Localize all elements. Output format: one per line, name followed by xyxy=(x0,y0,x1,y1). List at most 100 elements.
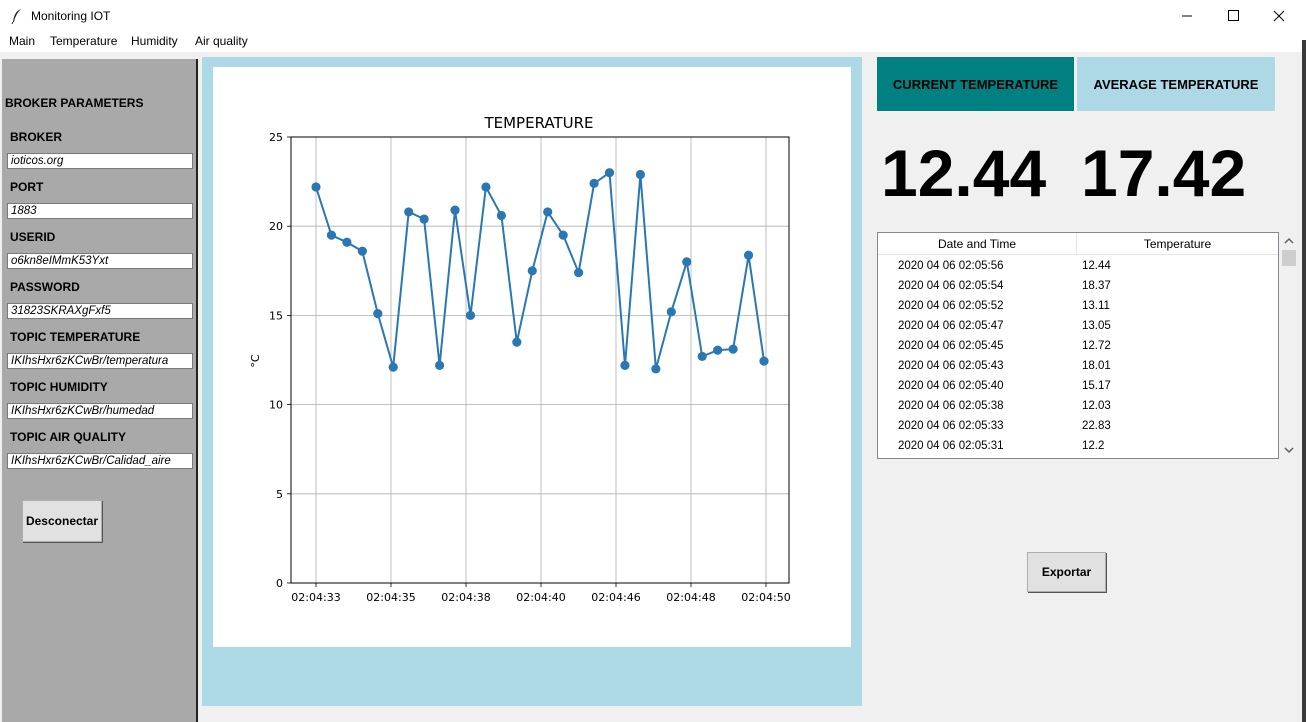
table-row[interactable]: 2020 04 06 02:05:45 12.72 xyxy=(878,337,1278,357)
sidebar-title: BROKER PARAMETERS xyxy=(5,96,144,110)
table-scrollbar[interactable] xyxy=(1281,232,1297,459)
broker-label: BROKER xyxy=(10,130,63,144)
temperature-point xyxy=(527,266,537,276)
x-tick-label: 02:04:38 xyxy=(441,591,490,604)
column-header-date[interactable]: Date and Time xyxy=(878,233,1077,255)
row-temperature: 18.37 xyxy=(1082,280,1111,292)
temperature-point xyxy=(713,345,723,355)
row-datetime: 2020 04 06 02:05:47 xyxy=(898,320,1004,332)
broker-input[interactable]: ioticos.org xyxy=(7,153,193,169)
row-temperature: 12.72 xyxy=(1082,340,1111,352)
row-temperature: 22.83 xyxy=(1082,420,1111,432)
row-datetime: 2020 04 06 02:05:43 xyxy=(898,360,1004,372)
row-temperature: 12.44 xyxy=(1082,260,1111,272)
chart-ylabel: °C xyxy=(249,354,262,368)
minimize-icon xyxy=(1182,15,1192,17)
temperature-point xyxy=(481,182,491,192)
scrollbar-arrows xyxy=(1282,237,1296,454)
temperature-chart: 0 5 10 15 20 25 02:04:33 02:04:35 02:04:38 02:04:… xyxy=(249,114,791,604)
port-label: PORT xyxy=(10,180,44,194)
temperature-point xyxy=(357,246,367,256)
window-right-edge xyxy=(1302,40,1306,722)
table-row[interactable]: 2020 04 06 02:05:56 12.44 xyxy=(878,257,1278,277)
temperature-point xyxy=(635,169,646,180)
disconnect-button[interactable]: Desconectar xyxy=(22,500,102,542)
title-bar: Monitoring IOT xyxy=(0,0,1306,32)
table-row[interactable]: 2020 04 06 02:05:33 22.83 xyxy=(878,417,1278,437)
maximize-button[interactable] xyxy=(1210,0,1256,32)
sidebar-divider xyxy=(196,59,198,722)
table-row[interactable]: 2020 04 06 02:05:40 15.17 xyxy=(878,377,1278,397)
scroll-thumb[interactable] xyxy=(1282,250,1296,266)
temperature-point xyxy=(558,230,568,240)
temperature-point xyxy=(759,356,769,366)
y-tick-label: 5 xyxy=(276,488,283,501)
x-tick-label: 02:04:35 xyxy=(366,591,415,604)
row-datetime: 2020 04 06 02:05:40 xyxy=(898,380,1004,392)
scroll-down-icon[interactable] xyxy=(1284,447,1294,454)
temperature-point xyxy=(728,344,738,354)
table-row[interactable]: 2020 04 06 02:05:54 18.37 xyxy=(878,277,1278,297)
topic-air-quality-input[interactable]: IKIhsHxr6zKCwBr/Calidad_aire xyxy=(7,453,193,469)
row-temperature: 13.11 xyxy=(1082,300,1110,312)
menu-temperature[interactable]: Temperature xyxy=(50,34,117,48)
topic-air-quality-label: TOPIC AIR QUALITY xyxy=(10,430,127,444)
average-temperature-button[interactable]: AVERAGE TEMPERATURE xyxy=(1077,57,1275,111)
menu-humidity[interactable]: Humidity xyxy=(131,34,178,48)
plot-frame xyxy=(290,136,790,584)
y-tick-label: 15 xyxy=(269,309,283,322)
x-tick-label: 02:04:40 xyxy=(516,591,565,604)
temperature-point xyxy=(682,257,692,267)
temperature-point xyxy=(697,351,707,362)
row-datetime: 2020 04 06 02:05:31 xyxy=(898,440,1004,452)
temperature-point xyxy=(620,360,630,370)
temperature-point xyxy=(434,360,445,370)
scroll-up-icon[interactable] xyxy=(1284,237,1294,244)
row-datetime: 2020 04 06 02:05:52 xyxy=(898,300,1004,312)
userid-input[interactable]: o6kn8eIMmK53Yxt xyxy=(7,253,193,269)
chart-canvas: 0 5 10 15 20 25 02:04:33 02:04:35 02:04:38 02:04:… xyxy=(213,67,851,647)
export-button[interactable]: Exportar xyxy=(1027,552,1106,592)
topic-humidity-input[interactable]: IKIhsHxr6zKCwBr/humedad xyxy=(7,403,193,419)
row-temperature: 12.2 xyxy=(1082,440,1105,452)
row-datetime: 2020 04 06 02:05:33 xyxy=(898,420,1004,432)
temperature-point xyxy=(543,207,553,217)
readings-table: Date and Time Temperature 2020 04 06 02:… xyxy=(877,232,1279,459)
port-input[interactable]: 1883 xyxy=(7,203,193,219)
userid-label: USERID xyxy=(10,230,56,244)
close-icon xyxy=(1273,10,1285,22)
y-tick-label: 25 xyxy=(269,131,283,144)
password-label: PASSWORD xyxy=(10,280,80,294)
average-temperature-value: 17.42 xyxy=(1081,136,1247,210)
temperature-point xyxy=(373,309,383,319)
temperature-point xyxy=(450,205,460,215)
temperature-point xyxy=(326,230,337,240)
table-row[interactable]: 2020 04 06 02:05:52 13.11 xyxy=(878,297,1278,317)
menu-main[interactable]: Main xyxy=(9,34,35,48)
topic-humidity-label: TOPIC HUMIDITY xyxy=(10,380,108,394)
table-row[interactable]: 2020 04 06 02:05:38 12.03 xyxy=(878,397,1278,417)
minimize-button[interactable] xyxy=(1164,0,1210,32)
topic-temperature-input[interactable]: IKIhsHxr6zKCwBr/temperatura xyxy=(7,353,193,369)
y-tick-label: 20 xyxy=(269,220,283,233)
column-header-temperature[interactable]: Temperature xyxy=(1077,233,1278,255)
temperature-point xyxy=(311,182,321,192)
close-button[interactable] xyxy=(1256,0,1302,32)
x-tick-label: 02:04:33 xyxy=(291,591,340,604)
table-row[interactable]: 2020 04 06 02:05:43 18.01 xyxy=(878,357,1278,377)
temperature-point xyxy=(589,178,599,188)
temperature-point xyxy=(404,207,414,217)
row-temperature: 15.17 xyxy=(1082,380,1111,392)
temperature-point xyxy=(666,307,676,317)
menu-air-quality[interactable]: Air quality xyxy=(195,34,248,48)
temperature-series-line xyxy=(315,170,765,370)
feather-icon xyxy=(11,9,21,24)
menu-bar: Main Temperature Humidity Air quality xyxy=(0,32,1306,52)
temperature-point xyxy=(465,310,476,320)
table-row[interactable]: 2020 04 06 02:05:47 13.05 xyxy=(878,317,1278,337)
password-input[interactable]: 31823SKRAXgFxf5 xyxy=(7,303,193,319)
row-temperature: 13.05 xyxy=(1082,320,1111,332)
table-row[interactable]: 2020 04 06 02:05:31 12.2 xyxy=(878,437,1278,457)
current-temperature-button[interactable]: CURRENT TEMPERATURE xyxy=(877,57,1074,111)
row-temperature: 18.01 xyxy=(1082,360,1111,372)
